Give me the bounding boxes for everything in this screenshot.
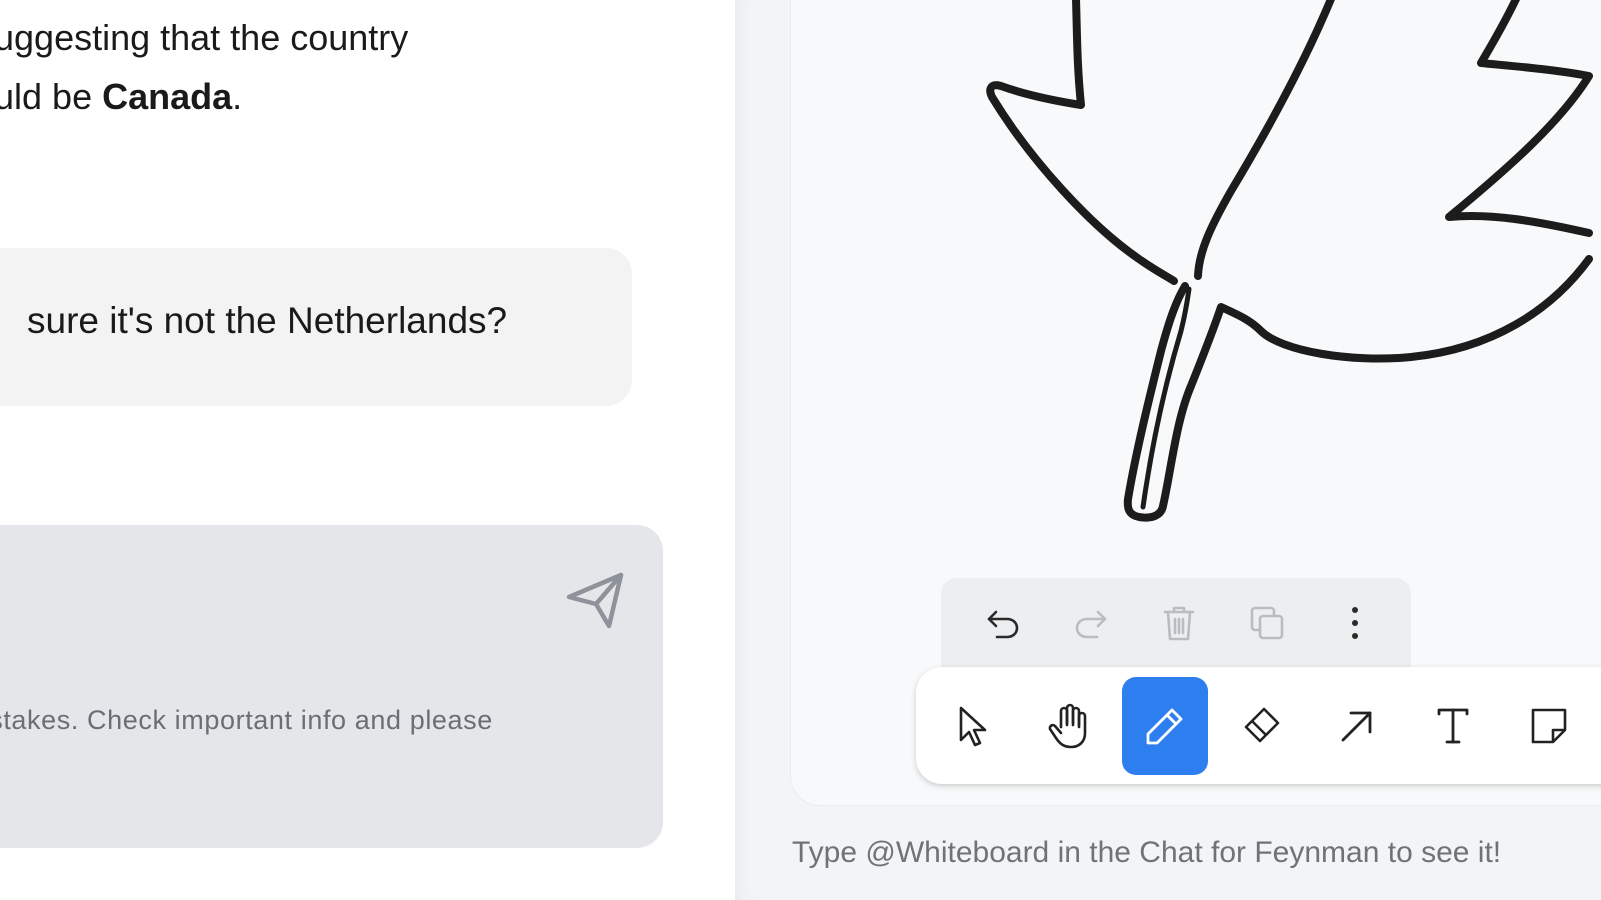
text-icon (1437, 708, 1469, 743)
redo-button[interactable] (1047, 588, 1135, 658)
cursor-icon (959, 706, 987, 746)
more-vertical-icon (1352, 607, 1358, 639)
eraser-tool-button[interactable] (1218, 677, 1304, 775)
redo-icon (1075, 610, 1107, 639)
whiteboard-canvas[interactable] (790, 0, 1601, 806)
assistant-message-line-2-prefix: uld be (0, 76, 103, 117)
arrow-tool-button[interactable] (1314, 677, 1400, 775)
delete-button[interactable] (1135, 588, 1223, 658)
arrow-icon (1341, 711, 1372, 741)
chat-pane: uggesting that the country uld be Canada… (0, 0, 735, 900)
drawing-toolbar (916, 667, 1601, 784)
undo-icon (987, 610, 1019, 639)
more-button[interactable] (1311, 588, 1399, 658)
undo-button[interactable] (959, 588, 1047, 658)
user-message-bubble: sure it's not the Netherlands? (0, 248, 632, 406)
whiteboard-hint: Type @Whiteboard in the Chat for Feynman… (792, 836, 1502, 869)
paper-plane-icon (566, 572, 624, 629)
note-tool-button[interactable] (1506, 677, 1592, 775)
draw-tool-button[interactable] (1122, 676, 1208, 775)
text-tool-button[interactable] (1410, 677, 1496, 775)
chat-composer[interactable]: nistakes. Check important info and pleas… (0, 525, 663, 848)
duplicate-button[interactable] (1223, 588, 1311, 658)
select-tool-button[interactable] (930, 677, 1016, 775)
assistant-message-answer: Canada (102, 76, 233, 117)
pencil-icon (1146, 708, 1183, 744)
eraser-icon (1244, 707, 1280, 742)
whiteboard-pane: Type @Whiteboard in the Chat for Feynman… (735, 0, 1601, 900)
assistant-message-line-1: uggesting that the country (0, 17, 409, 58)
assistant-message-line-2-suffix: . (232, 76, 243, 117)
assistant-message: uggesting that the country uld be Canada… (0, 8, 714, 126)
disclaimer-text: nistakes. Check important info and pleas… (0, 705, 493, 735)
user-message-text: sure it's not the Netherlands? (27, 300, 508, 341)
send-button[interactable] (560, 565, 630, 635)
sticky-note-icon (1531, 708, 1567, 743)
trash-icon (1163, 606, 1195, 641)
hand-tool-button[interactable] (1026, 677, 1112, 775)
edit-actions-bar (941, 578, 1411, 668)
duplicate-icon (1250, 606, 1284, 640)
hand-icon (1048, 703, 1087, 748)
